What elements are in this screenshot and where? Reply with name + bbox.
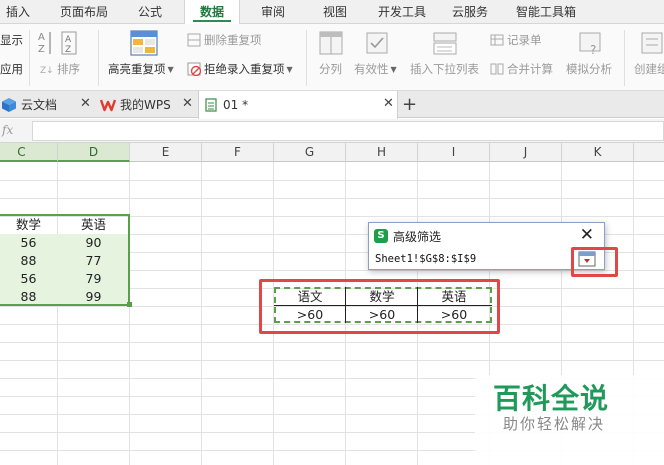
collapse-button-highlight-box — [571, 247, 618, 277]
tab-developer[interactable]: 开发工具 — [370, 0, 434, 24]
svg-text:Z: Z — [65, 45, 71, 55]
tab-cloud-service[interactable]: 云服务 — [444, 0, 496, 24]
tab-review[interactable]: 审阅 — [250, 0, 296, 24]
table-cell[interactable]: 88 — [0, 252, 57, 270]
sort-button[interactable]: Z↓ 排序 — [40, 61, 80, 77]
advanced-filter-dialog: S 高级筛选 ✕ Sheet1!$G$8:$I$9 — [368, 222, 605, 270]
header-cell-english[interactable]: 英语 — [58, 216, 129, 234]
merge-calc-icon — [490, 62, 504, 76]
column-header-j[interactable]: J — [490, 143, 562, 162]
record-form-button[interactable]: 记录单 — [490, 32, 542, 48]
tab-page-layout[interactable]: 页面布局 — [50, 0, 118, 24]
highlight-duplicates-button[interactable]: 高亮重复项 ▼ — [108, 61, 174, 77]
svg-text:A: A — [38, 32, 45, 43]
column-header-h[interactable]: H — [346, 143, 418, 162]
watermark-subtitle: 助你轻松解决 — [503, 415, 606, 433]
tab-smart-toolbox[interactable]: 智能工具箱 — [506, 0, 586, 24]
wps-logo-icon — [100, 99, 116, 111]
delete-duplicates-icon — [187, 33, 201, 47]
insert-dropdown-icon[interactable] — [432, 30, 458, 56]
column-header-c[interactable]: C — [0, 143, 58, 162]
dialog-title: 高级筛选 — [393, 230, 442, 244]
ribbon-tab-strip: 插入 页面布局 公式 数据 审阅 视图 开发工具 云服务 智能工具箱 — [0, 0, 664, 25]
tab-data[interactable]: 数据 — [184, 0, 240, 25]
svg-text:A: A — [65, 35, 72, 45]
close-icon[interactable]: ✕ — [182, 96, 193, 111]
spreadsheet-file-icon — [205, 98, 217, 112]
table-cell[interactable]: 99 — [58, 288, 129, 306]
column-header-i[interactable]: I — [418, 143, 490, 162]
add-tab-button[interactable]: + — [402, 91, 420, 118]
delete-duplicates-button[interactable]: 删除重复项 — [187, 32, 262, 48]
simulate-analysis-button[interactable]: 模拟分析 — [566, 61, 612, 77]
ribbon-toolbar: 显示 应用 A Z A Z Z↓ 排序 高亮重复项 ▼ 删除重复项 拒绝录入重复项… — [0, 24, 664, 91]
create-group-button[interactable]: 创建组 — [634, 61, 664, 77]
watermark: 百科全说 助你轻松解决 — [475, 375, 664, 465]
reject-duplicates-button[interactable]: 拒绝录入重复项 ▼ — [187, 61, 293, 77]
split-columns-button[interactable]: 分列 — [319, 61, 342, 77]
highlight-duplicates-icon[interactable] — [128, 28, 160, 58]
table-cell[interactable]: 88 — [0, 288, 57, 306]
dialog-title-bar[interactable]: S 高级筛选 ✕ — [369, 223, 604, 249]
tab-view[interactable]: 视图 — [312, 0, 358, 24]
fx-icon[interactable]: fx — [2, 123, 13, 137]
tab-formula[interactable]: 公式 — [128, 0, 172, 24]
chevron-down-icon: ▼ — [286, 64, 293, 74]
tab-my-wps[interactable]: 我的WPS ✕ — [96, 91, 198, 118]
sort-icons[interactable]: A Z A Z — [36, 28, 84, 58]
tab-file-01[interactable]: 01 * ✕ — [198, 91, 398, 119]
split-columns-icon[interactable] — [318, 30, 344, 56]
tab-cloud-docs[interactable]: 云文档 ✕ — [0, 91, 96, 118]
sort-small-icon: Z↓ — [40, 62, 54, 76]
document-tab-bar: 云文档 ✕ 我的WPS ✕ 01 * ✕ + — [0, 91, 664, 119]
watermark-title: 百科全说 — [493, 382, 610, 415]
close-icon[interactable]: ✕ — [580, 225, 594, 245]
simulate-analysis-icon[interactable]: ? — [578, 30, 604, 56]
validity-icon[interactable] — [364, 30, 390, 56]
table-cell[interactable]: 90 — [58, 234, 129, 252]
create-group-icon[interactable] — [640, 30, 664, 56]
table-cell[interactable]: 77 — [58, 252, 129, 270]
table-cell[interactable]: 56 — [0, 270, 57, 288]
apply-button[interactable]: 应用 — [0, 61, 23, 77]
validity-button[interactable]: 有效性 ▼ — [354, 61, 397, 77]
record-form-icon — [490, 33, 504, 47]
header-cell-math[interactable]: 数学 — [0, 216, 57, 234]
svg-text:Z↓: Z↓ — [40, 66, 54, 76]
cube-icon — [2, 97, 16, 112]
formula-bar: fx — [0, 119, 664, 143]
table-cell[interactable]: 79 — [58, 270, 129, 288]
wps-spreadsheet-logo-icon: S — [374, 229, 388, 243]
merge-calc-button[interactable]: 合并计算 — [490, 61, 553, 77]
column-header-d[interactable]: D — [58, 143, 130, 162]
criteria-range-input[interactable]: Sheet1!$G$8:$I$9 — [372, 250, 572, 268]
close-icon[interactable]: ✕ — [80, 96, 91, 111]
column-header-g[interactable]: G — [274, 143, 346, 162]
criteria-highlight-box — [259, 279, 500, 334]
close-icon[interactable]: ✕ — [383, 96, 394, 111]
formula-input[interactable] — [32, 121, 664, 141]
svg-text:Z: Z — [38, 44, 45, 55]
svg-text:?: ? — [590, 43, 596, 56]
reject-duplicates-icon — [187, 62, 202, 77]
table-cell[interactable]: 56 — [0, 234, 57, 252]
column-header-k[interactable]: K — [562, 143, 634, 162]
tab-insert[interactable]: 插入 — [0, 0, 36, 24]
insert-dropdown-button[interactable]: 插入下拉列表 — [410, 61, 479, 77]
chevron-down-icon: ▼ — [167, 64, 174, 74]
chevron-down-icon: ▼ — [390, 64, 397, 74]
column-header-e[interactable]: E — [130, 143, 202, 162]
show-button[interactable]: 显示 — [0, 32, 23, 48]
column-header-f[interactable]: F — [202, 143, 274, 162]
